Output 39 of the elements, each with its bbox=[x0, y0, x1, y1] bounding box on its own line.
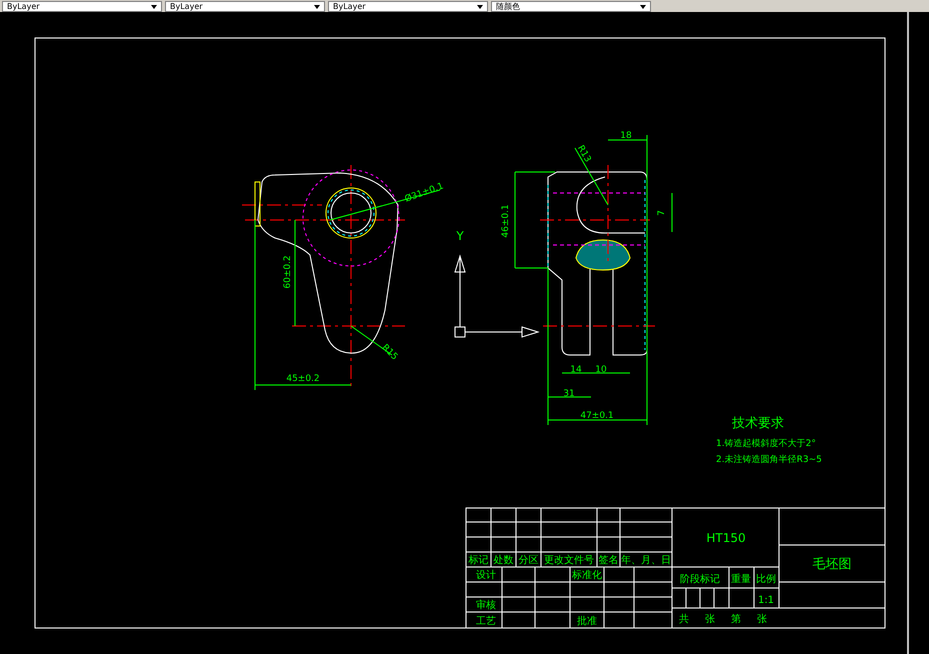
dimension-label: 18 bbox=[620, 131, 632, 141]
drawing-title: 毛坯图 bbox=[812, 557, 852, 572]
table-header: 更改文件号 bbox=[544, 555, 594, 566]
table-header: 标准化 bbox=[572, 570, 602, 581]
table-header: 年、月、日 bbox=[621, 555, 671, 566]
property-dropdown[interactable]: ByLayer bbox=[328, 1, 488, 12]
property-dropdown[interactable]: ByLayer bbox=[2, 1, 162, 12]
table-header: 签名 bbox=[598, 555, 618, 566]
dimension-label: 10 bbox=[595, 365, 607, 375]
axis-label: Y bbox=[456, 229, 464, 243]
dimension-label: 45±0.2 bbox=[286, 374, 320, 384]
table-header: 重量 bbox=[731, 574, 751, 585]
sheet-label: 第 bbox=[731, 614, 741, 625]
dimension-label: 14 bbox=[570, 365, 582, 375]
section-title: 技术要求 bbox=[732, 416, 784, 431]
dimension-label: 46±0.1 bbox=[501, 204, 511, 238]
scale-value: 1:1 bbox=[758, 595, 774, 606]
sheet-label: 张 bbox=[757, 614, 767, 625]
table-header: 标记 bbox=[468, 555, 488, 566]
property-dropdown[interactable]: 随颜色 bbox=[491, 1, 651, 12]
table-header: 处数 bbox=[494, 555, 514, 566]
table-header: 审核 bbox=[476, 600, 496, 611]
sheet-label: 张 bbox=[705, 614, 715, 625]
table-header: 阶段标记 bbox=[680, 574, 720, 585]
material-label: HT150 bbox=[706, 531, 746, 545]
requirement-note: 2.未注铸造圆角半径R3~5 bbox=[716, 455, 822, 465]
dimension-label: R15 bbox=[380, 342, 400, 362]
property-dropdown[interactable]: ByLayer bbox=[165, 1, 325, 12]
table-header: 分区 bbox=[518, 555, 538, 566]
table-header: 批准 bbox=[577, 616, 597, 627]
dimension-label: 31 bbox=[563, 389, 575, 399]
dimension-label: 47±0.1 bbox=[580, 411, 614, 421]
table-header: 工艺 bbox=[476, 616, 496, 627]
dimension-label: 60±0.2 bbox=[283, 255, 293, 289]
table-header: 比例 bbox=[756, 574, 776, 585]
table-header: 设计 bbox=[476, 570, 496, 581]
requirement-note: 1.铸造起模斜度不大于2° bbox=[716, 439, 816, 449]
sheet-label: 共 bbox=[679, 614, 689, 625]
dimension-label: 7 bbox=[657, 210, 667, 216]
